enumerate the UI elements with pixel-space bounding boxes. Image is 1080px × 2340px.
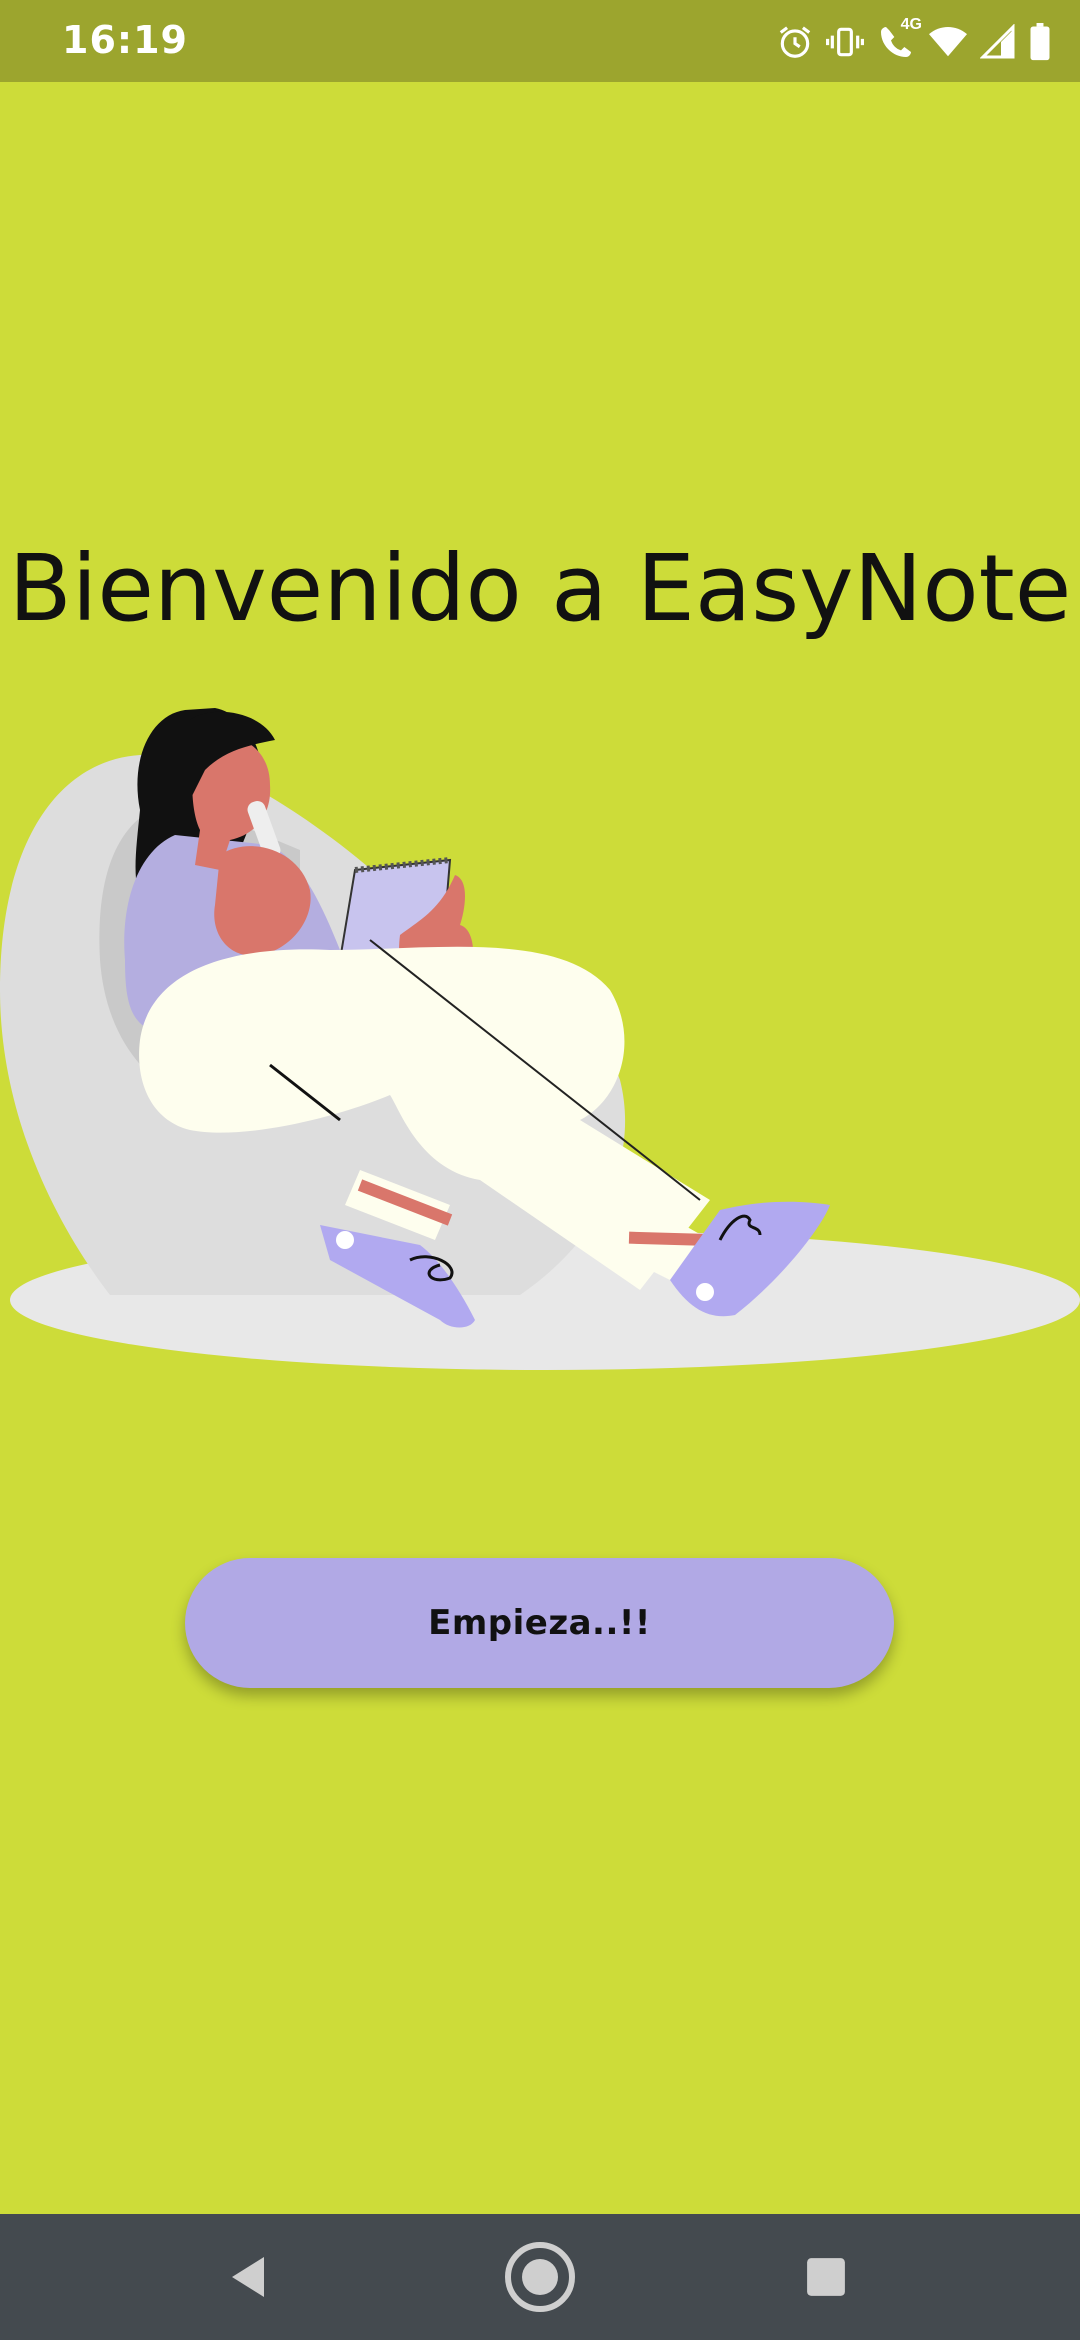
cell-signal-icon: [980, 24, 1016, 60]
recents-icon[interactable]: [746, 2214, 906, 2340]
woman-writing-notes-illustration: [0, 700, 1080, 1380]
status-time: 16:19: [62, 18, 188, 62]
battery-icon: [1028, 23, 1052, 61]
wifi-calling-icon: 4G: [876, 16, 922, 62]
start-button[interactable]: Empieza..!!: [185, 1558, 894, 1688]
wifi-icon: [928, 23, 968, 61]
status-icons: 4G: [776, 16, 1052, 66]
alarm-icon: [776, 23, 814, 61]
navigation-bar: [0, 2214, 1080, 2340]
vibrate-icon: [826, 23, 864, 61]
home-icon[interactable]: [460, 2214, 620, 2340]
status-bar: 16:19 4G: [0, 0, 1080, 82]
welcome-title: Bienvenido a EasyNote: [8, 535, 1072, 642]
network-badge: 4G: [900, 16, 922, 33]
back-icon[interactable]: [170, 2214, 330, 2340]
